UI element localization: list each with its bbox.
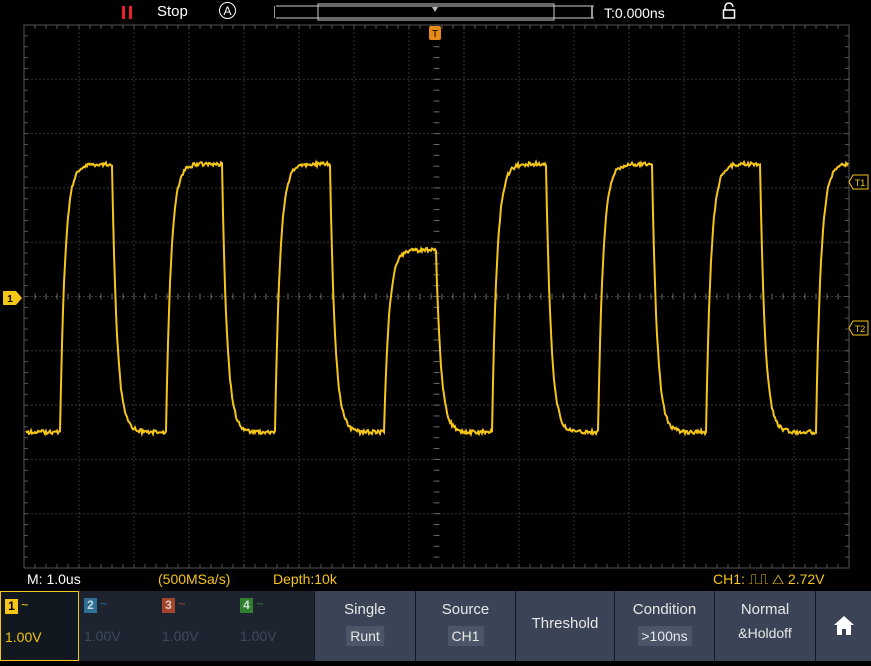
acquisition-info-bar: M: 1.0us (500MSa/s) Depth:10k CH1: ⎍⎍ △ … bbox=[0, 570, 871, 590]
channel-4-number: 4 bbox=[240, 598, 253, 613]
source-value: CH1 bbox=[447, 626, 484, 646]
home-icon bbox=[834, 616, 854, 635]
normal-holdoff-button[interactable]: Normal &Holdoff bbox=[714, 591, 815, 661]
condition-value: >100ns bbox=[637, 626, 692, 646]
sample-rate-label: (500MSa/s) bbox=[158, 571, 231, 587]
lock-icon bbox=[722, 2, 736, 19]
channel-1-coupling: ~ bbox=[21, 597, 29, 612]
svg-text:T1: T1 bbox=[855, 178, 866, 188]
trigger-position-icon bbox=[432, 7, 438, 12]
trigger-mode-auto-icon: A bbox=[219, 2, 236, 19]
run-status[interactable]: Stop bbox=[157, 3, 188, 20]
channel-4-settings[interactable]: 4 ~ 1.00V bbox=[236, 591, 314, 661]
memory-depth-label: Depth:10k bbox=[273, 571, 337, 587]
channel-2-settings[interactable]: 2 ~ 1.00V bbox=[80, 591, 158, 661]
channel-4-volts: 1.00V bbox=[240, 628, 277, 644]
source-button[interactable]: Source CH1 bbox=[415, 591, 515, 661]
svg-text:T: T bbox=[432, 29, 438, 40]
waveform-display[interactable]: T 1 T1 T2 bbox=[0, 24, 871, 570]
svg-text:T2: T2 bbox=[855, 324, 866, 334]
condition-button[interactable]: Condition >100ns bbox=[614, 591, 714, 661]
home-button[interactable] bbox=[815, 591, 871, 661]
single-value: Runt bbox=[346, 626, 384, 646]
bottom-menu-bar: 1 ~ 1.00V 2 ~ 1.00V 3 ~ 1.00V 4 ~ 1.00V … bbox=[0, 591, 871, 661]
channel-2-number: 2 bbox=[84, 598, 97, 613]
timebase-label: M: 1.0us bbox=[27, 571, 81, 587]
channel-4-coupling: ~ bbox=[256, 596, 264, 611]
threshold-button[interactable]: Threshold bbox=[515, 591, 614, 661]
channel-3-coupling: ~ bbox=[178, 596, 186, 611]
single-runt-button[interactable]: Single Runt bbox=[314, 591, 415, 661]
channel-2-volts: 1.00V bbox=[84, 628, 121, 644]
memory-position-bar[interactable] bbox=[274, 3, 594, 21]
single-label: Single bbox=[344, 601, 386, 618]
channel-1-volts: 1.00V bbox=[5, 629, 42, 645]
channel-1-number: 1 bbox=[5, 599, 18, 614]
channel-1-settings[interactable]: 1 ~ 1.00V bbox=[0, 591, 79, 661]
top-status-bar: Stop A T:0.000ns bbox=[0, 0, 871, 24]
trigger-info-label: CH1: ⎍⎍ △ 2.72V bbox=[713, 571, 825, 587]
channel-3-settings[interactable]: 3 ~ 1.00V bbox=[158, 591, 236, 661]
trigger-position-marker: T bbox=[429, 26, 441, 40]
pause-icon[interactable] bbox=[120, 4, 134, 20]
condition-label: Condition bbox=[632, 601, 697, 618]
mode-line1: Normal bbox=[740, 601, 790, 618]
mode-line2: &Holdoff bbox=[738, 625, 792, 641]
svg-text:1: 1 bbox=[7, 294, 13, 305]
source-label: Source bbox=[441, 601, 490, 618]
channel-2-coupling: ~ bbox=[100, 596, 108, 611]
threshold-label: Threshold bbox=[531, 615, 599, 632]
channel-3-number: 3 bbox=[162, 598, 175, 613]
trigger-time-offset: T:0.000ns bbox=[604, 5, 665, 21]
threshold-t2-marker: T2 bbox=[848, 320, 869, 336]
threshold-t1-marker: T1 bbox=[848, 174, 869, 190]
channel-3-volts: 1.00V bbox=[162, 628, 199, 644]
